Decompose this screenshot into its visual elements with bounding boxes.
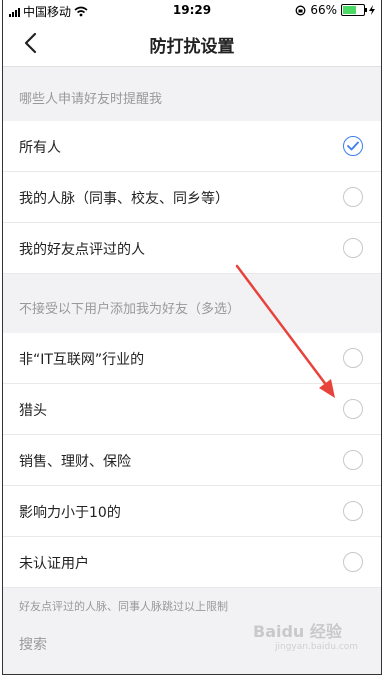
option-label: 影响力小于10的 — [19, 505, 121, 521]
watermark-url: jingyan.baidu.com — [275, 642, 359, 652]
section-header-block: 不接受以下用户添加我为好友（多选） — [19, 302, 241, 317]
radio-circle-icon[interactable] — [343, 501, 363, 521]
status-bar: 中国移动 19:29 66% — [3, 0, 381, 20]
option-headhunter[interactable]: 猎头 — [3, 384, 381, 435]
option-low-influence[interactable]: 影响力小于10的 — [3, 486, 381, 537]
radio-circle-icon[interactable] — [343, 399, 363, 419]
radio-circle-icon[interactable] — [343, 187, 363, 207]
page-title: 防打扰设置 — [149, 37, 235, 57]
option-label: 未认证用户 — [19, 556, 89, 572]
battery-percent: 66% — [310, 3, 337, 17]
option-friends-reviewed[interactable]: 我的好友点评过的人 — [3, 223, 381, 274]
radio-circle-icon[interactable] — [343, 552, 363, 572]
section-footer-note: 好友点评过的人脉、同事人脉跳过以上限制 — [19, 600, 228, 613]
phone-frame: 中国移动 19:29 66% 防打扰设置 哪些人申请好友时提醒我 所有人 我的人… — [2, 0, 382, 675]
section-header-remind: 哪些人申请好友时提醒我 — [19, 92, 163, 107]
option-sales-finance-insurance[interactable]: 销售、理财、保险 — [3, 435, 381, 486]
option-all-people[interactable]: 所有人 — [3, 121, 381, 172]
option-my-network[interactable]: 我的人脉（同事、校友、同乡等） — [3, 172, 381, 223]
radio-circle-icon[interactable] — [343, 238, 363, 258]
option-label: 所有人 — [19, 140, 61, 156]
checkmark-icon[interactable] — [343, 136, 363, 156]
battery-icon — [341, 4, 367, 16]
search-label: 搜索 — [19, 637, 47, 653]
rotation-lock-icon — [295, 5, 306, 15]
status-right: 66% — [295, 3, 375, 17]
radio-circle-icon[interactable] — [343, 450, 363, 470]
option-label: 我的人脉（同事、校友、同乡等） — [19, 191, 229, 207]
charging-icon — [369, 5, 375, 15]
watermark-brand: Baidu 经验 — [253, 622, 342, 641]
nav-bar: 防打扰设置 — [3, 20, 381, 67]
watermark: Baidu 经验 jingyan.baidu.com — [253, 618, 358, 652]
option-label: 我的好友点评过的人 — [19, 242, 145, 258]
option-non-it-industry[interactable]: 非“IT互联网”行业的 — [3, 333, 381, 384]
option-label: 猎头 — [19, 403, 47, 419]
option-label: 非“IT互联网”行业的 — [19, 352, 145, 368]
option-unverified-users[interactable]: 未认证用户 — [3, 537, 381, 588]
radio-circle-icon[interactable] — [343, 348, 363, 368]
option-label: 销售、理财、保险 — [19, 454, 131, 470]
